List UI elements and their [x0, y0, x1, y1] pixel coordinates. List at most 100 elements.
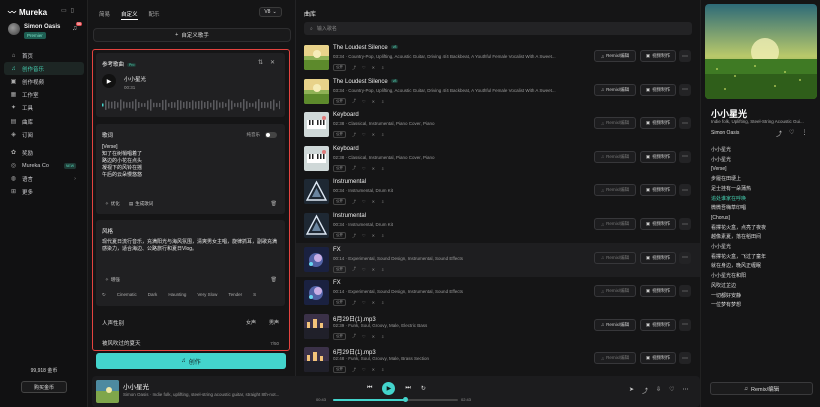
collapse-icon[interactable]: ▯ [71, 7, 74, 14]
like-icon[interactable]: ♡ [362, 132, 366, 137]
video-button[interactable]: ▣ 视频制作 [640, 251, 676, 264]
download-icon[interactable]: ⇩ [381, 132, 384, 137]
like-icon[interactable]: ♡ [362, 233, 366, 238]
video-button[interactable]: ▣ 视频制作 [640, 184, 676, 197]
search-input[interactable]: ⌕ 输入歌名 [304, 22, 692, 35]
like-icon[interactable]: ♡ [362, 166, 366, 171]
remix-button[interactable]: ♫ Remix/编辑 [594, 83, 636, 96]
share-icon[interactable]: ⤴ [352, 367, 356, 373]
tab-simple[interactable]: 简易 [99, 9, 110, 20]
dislike-icon[interactable]: ✕ [372, 267, 375, 272]
reference-play-button[interactable]: ▶ [102, 74, 116, 88]
public-badge[interactable]: 公开 [333, 198, 346, 206]
detail-remix-button[interactable]: ♫ Remix/编辑 [710, 382, 813, 395]
dislike-icon[interactable]: ✕ [372, 65, 375, 70]
instrumental-toggle[interactable] [265, 132, 277, 138]
track-thumbnail[interactable] [304, 78, 329, 104]
create-button[interactable]: ♫ 创作 [96, 353, 286, 369]
more-icon[interactable]: ⋯ [679, 251, 691, 264]
user-profile[interactable]: Simon Oasis Premier [8, 23, 60, 39]
track-thumbnail[interactable] [304, 179, 329, 205]
download-icon[interactable]: ⇩ [381, 199, 384, 204]
sidebar-item[interactable]: ✿ 奖励 [4, 146, 84, 159]
more-icon[interactable]: ⋯ [679, 285, 691, 298]
more-icon[interactable]: ⋯ [679, 117, 691, 130]
share-icon[interactable]: ⤴ [352, 199, 356, 205]
dislike-icon[interactable]: ✕ [372, 233, 375, 238]
style-tag[interactable]: Very Slow [197, 292, 217, 298]
like-icon[interactable]: ♡ [362, 99, 366, 104]
track-thumbnail[interactable] [304, 246, 329, 272]
sidebar-item[interactable]: ⌂ 首页 [4, 49, 84, 62]
video-button[interactable]: ▣ 视频制作 [640, 50, 676, 62]
play-button[interactable]: ▶ [382, 382, 396, 395]
share-icon[interactable]: ⤴ [352, 233, 356, 239]
public-badge[interactable]: 公开 [333, 131, 346, 139]
download-icon[interactable]: ⇩ [381, 233, 384, 238]
share-icon[interactable]: ⤴ [352, 266, 356, 272]
previous-icon[interactable]: ⏮ [367, 385, 372, 392]
download-icon[interactable]: ⇩ [381, 65, 384, 70]
library-row[interactable]: FX 00:14 · Experimental, Sound Design, In… [296, 276, 700, 310]
remix-button[interactable]: ♫ Remix/编辑 [594, 184, 636, 197]
buy-credits-button[interactable]: 购买金币 [21, 381, 67, 393]
share-icon[interactable]: ⤴ [352, 165, 356, 171]
like-icon[interactable]: ♡ [362, 199, 366, 204]
share-icon[interactable]: ⤴ [776, 129, 782, 138]
dislike-icon[interactable]: ✕ [372, 199, 375, 204]
refresh-tags-icon[interactable]: ↻ [102, 292, 106, 298]
progress-bar[interactable] [333, 397, 458, 402]
track-thumbnail[interactable] [304, 213, 329, 238]
lyrics-textarea[interactable]: [Verse] 知了在树梢唱着了 路边的小花在点头 凝视下的风铃在摇 午后的云朵… [102, 144, 142, 179]
sidebar-item[interactable]: ✦ 工具 [4, 102, 84, 115]
video-button[interactable]: ▣ 视频制作 [640, 117, 676, 130]
track-thumbnail[interactable] [304, 347, 329, 373]
tab-soundtrack[interactable]: 配乐 [149, 9, 160, 20]
share-icon[interactable]: ⤴ [642, 386, 648, 395]
library-row[interactable]: Instrumental 00:34 · Instrumental, Drum K… [296, 209, 700, 243]
enhance-button[interactable]: ✧ 增强 [105, 277, 120, 283]
trash-icon[interactable]: 🗑 [271, 277, 277, 283]
library-row[interactable]: 6月29日(1).mp3 02:48 · Funk, Soul, Groovy, … [296, 343, 700, 377]
next-icon[interactable]: ⏭ [405, 385, 410, 392]
share-icon[interactable]: ⤴ [352, 333, 356, 339]
custom-singer-button[interactable]: + 自定义歌手 [93, 28, 291, 42]
optimize-lyrics-button[interactable]: ✧ 优化 [105, 201, 120, 207]
remix-button[interactable]: ♫ Remix/编辑 [594, 150, 636, 163]
dislike-icon[interactable]: ✕ [372, 132, 375, 137]
public-badge[interactable]: 公开 [333, 299, 346, 307]
swap-icon[interactable]: ⇅ [258, 59, 263, 66]
public-badge[interactable]: 公开 [333, 265, 346, 273]
close-icon[interactable]: ✕ [270, 59, 275, 66]
style-tag[interactable]: Haunting [168, 292, 186, 298]
library-row[interactable]: Keyboard 02:38 · Classical, Instrumental,… [296, 108, 700, 142]
download-icon[interactable]: ⇩ [381, 300, 384, 305]
more-icon[interactable]: ⋯ [679, 318, 691, 331]
library-row[interactable]: 6月29日(1).mp3 02:39 · Funk, Soul, Groovy, … [296, 310, 700, 344]
dislike-icon[interactable]: ✕ [372, 166, 375, 171]
library-row[interactable]: FX 00:14 · Experimental, Sound Design, In… [296, 242, 700, 277]
notification-bell-icon[interactable]: ♫ 56 [72, 22, 82, 32]
remix-button[interactable]: ♫ Remix/编辑 [594, 117, 636, 130]
like-icon[interactable]: ♡ [669, 386, 674, 395]
repeat-icon[interactable]: ↻ [421, 385, 426, 392]
more-icon[interactable]: ⋯ [679, 352, 691, 365]
library-row[interactable]: The Loudest Silence v8 03:34 · Country-Pop… [296, 41, 700, 75]
sidebar-item[interactable]: ◈ 订阅 [4, 128, 84, 141]
share-icon[interactable]: ⤴ [352, 65, 356, 71]
sidebar-item[interactable]: ♫ 创作音乐 [4, 62, 84, 76]
more-icon[interactable]: ⋮ [801, 129, 807, 138]
sidebar-item[interactable]: ▣ 创作视频 [4, 75, 84, 88]
video-button[interactable]: ▣ 视频制作 [640, 150, 676, 163]
male-option[interactable]: 男声 [269, 319, 279, 326]
download-icon[interactable]: ⇩ [381, 334, 384, 339]
public-badge[interactable]: 公开 [333, 332, 346, 340]
public-badge[interactable]: 公开 [333, 97, 346, 105]
more-icon[interactable]: ⋯ [679, 83, 691, 96]
download-icon[interactable]: ⇩ [381, 367, 384, 372]
dislike-icon[interactable]: ✕ [372, 300, 375, 305]
track-thumbnail[interactable] [304, 145, 329, 171]
more-icon[interactable]: ⋯ [679, 184, 691, 197]
more-icon[interactable]: ⋯ [679, 150, 691, 163]
share-icon[interactable]: ⤴ [352, 300, 356, 306]
